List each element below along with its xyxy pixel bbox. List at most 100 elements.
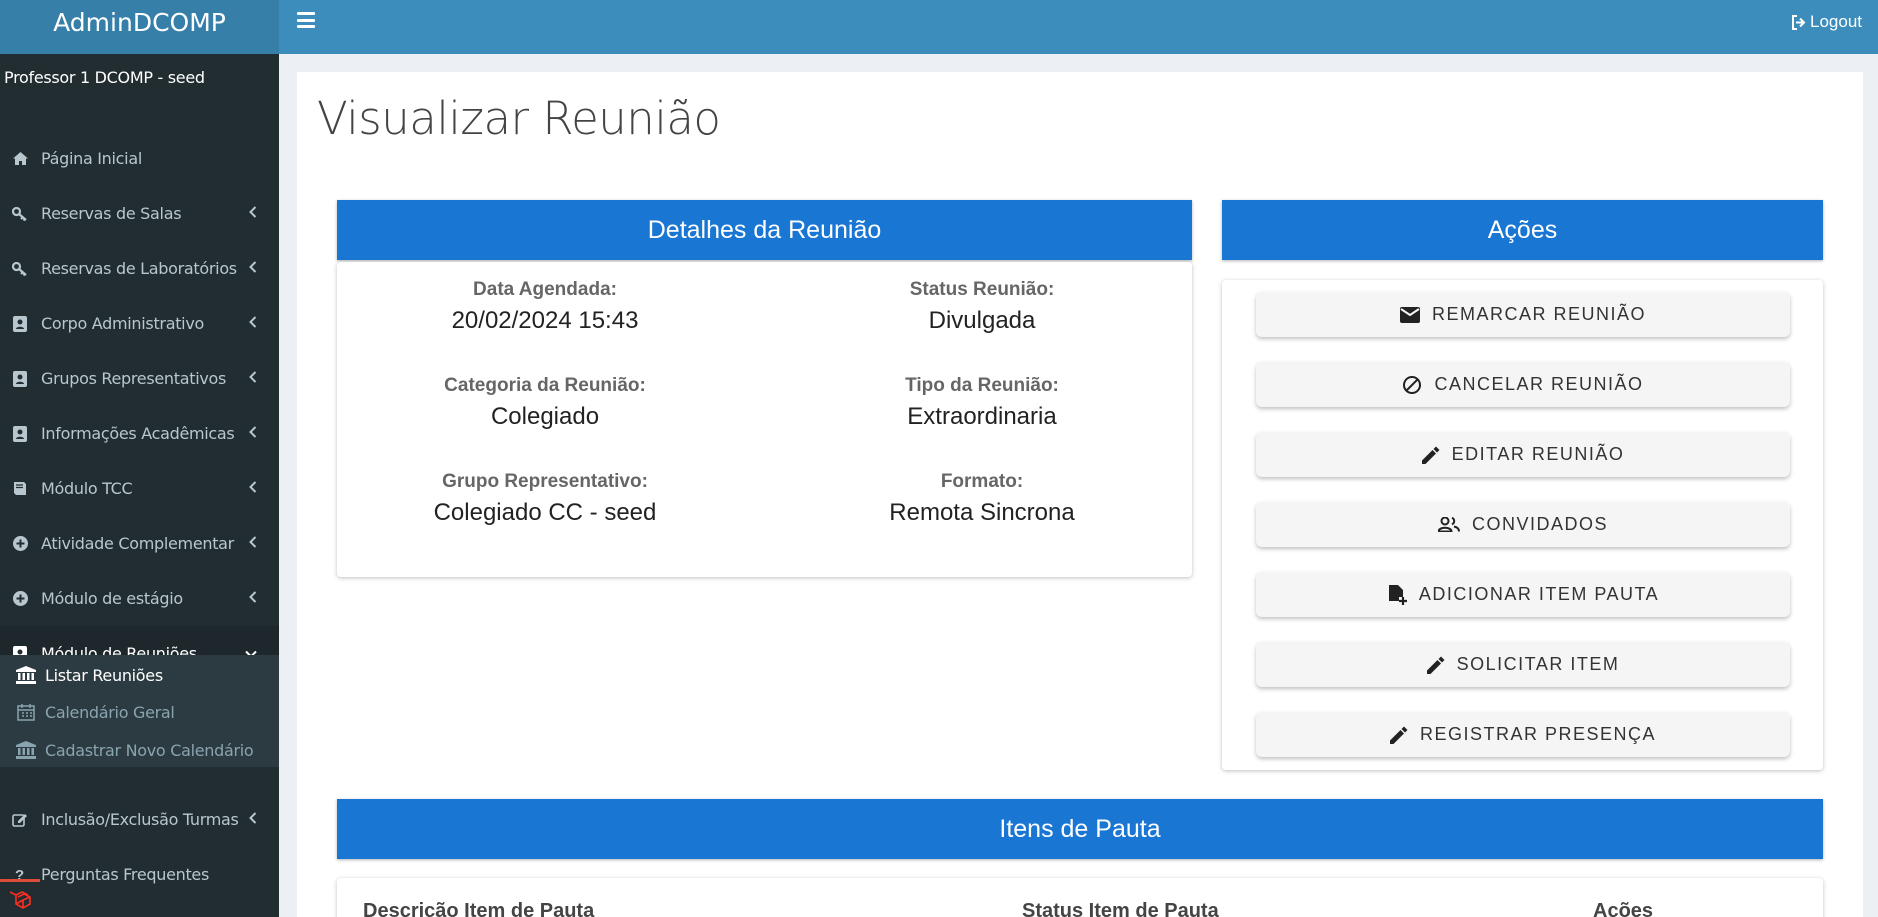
button-label: SOLICITAR ITEM	[1456, 654, 1620, 674]
plus-circle-icon	[12, 536, 28, 552]
submenu-item-calendario-geral[interactable]: Calendário Geral	[0, 695, 279, 729]
sidebar-item-grupos-representativos[interactable]: Grupos Representativos	[0, 351, 279, 406]
submenu-item-listar-reunioes[interactable]: Listar Reuniões	[0, 658, 279, 692]
sidebar-item-label: Reservas de Laboratórios	[41, 259, 237, 278]
submenu-reunioes: Listar Reuniões Calendário Geral Cadastrar…	[0, 655, 279, 767]
chevron-left-icon	[249, 812, 257, 828]
pencil-icon	[1389, 726, 1408, 744]
agenda-header-title: Itens de Pauta	[999, 814, 1161, 843]
pencil-icon	[1426, 656, 1445, 674]
chevron-left-icon	[249, 591, 257, 607]
brand-logo[interactable]: AdminDCOMP	[0, 0, 279, 54]
sidebar-item-reservas-salas[interactable]: Reservas de Salas	[0, 186, 279, 241]
sidebar-item-label: Corpo Administrativo	[41, 314, 204, 333]
detail-data-agendada: Data Agendada: 20/02/2024 15:43	[355, 279, 735, 335]
button-label: REMARCAR REUNIÃO	[1431, 304, 1647, 324]
chevron-left-icon	[249, 261, 257, 277]
chevron-left-icon	[249, 481, 257, 497]
remarcar-reuniao-button[interactable]: REMARCAR REUNIÃO	[1256, 292, 1790, 337]
contact-card-icon	[12, 370, 28, 387]
details-header-title: Detalhes da Reunião	[647, 215, 882, 244]
adicionar-item-pauta-button[interactable]: ADICIONAR ITEM PAUTA	[1256, 572, 1790, 617]
detail-label: Grupo Representativo:	[442, 471, 648, 492]
institution-icon	[16, 666, 36, 684]
key-icon	[12, 261, 28, 277]
detail-value: Divulgada	[928, 307, 1036, 334]
sidebar-item-informacoes-academicas[interactable]: Informações Acadêmicas	[0, 406, 279, 461]
sidebar-item-label: Atividade Complementar	[41, 534, 234, 553]
brand-name: AdminDCOMP	[53, 7, 226, 37]
button-label: REGISTRAR PRESENÇA	[1419, 724, 1657, 744]
logout-label: Logout	[1810, 12, 1862, 31]
chevron-left-icon	[249, 371, 257, 387]
detail-value: Remota Sincrona	[889, 499, 1075, 526]
sidebar-item-modulo-estagio[interactable]: Módulo de estágio	[0, 571, 279, 626]
chevron-left-icon	[249, 206, 257, 222]
detail-tipo: Tipo da Reunião: Extraordinaria	[792, 375, 1172, 431]
sidebar-item-corpo-administrativo[interactable]: Corpo Administrativo	[0, 296, 279, 351]
sidebar-item-label: Módulo TCC	[41, 479, 133, 498]
book-icon	[12, 481, 28, 497]
button-label: CANCELAR REUNIÃO	[1434, 374, 1644, 394]
sidebar-item-home[interactable]: Página Inicial	[0, 131, 279, 186]
sidebar-item-inclusao-exclusao-turmas[interactable]: Inclusão/Exclusão Turmas	[0, 792, 279, 847]
button-label: CONVIDADOS	[1471, 514, 1609, 534]
sign-out-icon	[1792, 14, 1806, 30]
detail-value: Colegiado CC - seed	[433, 499, 657, 526]
sidebar: Professor 1 DCOMP - seed Página Inicial R…	[0, 54, 279, 917]
detail-value: Extraordinaria	[907, 403, 1057, 430]
submenu-item-label: Cadastrar Novo Calendário	[45, 740, 254, 760]
chevron-left-icon	[249, 426, 257, 442]
cancelar-reuniao-button[interactable]: CANCELAR REUNIÃO	[1256, 362, 1790, 407]
column-header-acoes: Ações	[1593, 900, 1654, 917]
pencil-icon	[1421, 446, 1440, 464]
sidebar-item-label: Inclusão/Exclusão Turmas	[41, 810, 239, 829]
sidebar-item-modulo-tcc[interactable]: Módulo TCC	[0, 461, 279, 516]
content-box: Visualizar Reunião Detalhes da Reunião D…	[297, 72, 1863, 917]
editar-reuniao-button[interactable]: EDITAR REUNIÃO	[1256, 432, 1790, 477]
actions-card: REMARCAR REUNIÃO CANCELAR REUNIÃO EDITAR R…	[1222, 280, 1823, 770]
mail-icon	[1399, 306, 1420, 323]
menu-toggle-icon[interactable]	[297, 12, 315, 28]
solicitar-item-button[interactable]: SOLICITAR ITEM	[1256, 642, 1790, 687]
top-navbar: Logout	[279, 0, 1878, 54]
sidebar-item-reservas-laboratorios[interactable]: Reservas de Laboratórios	[0, 241, 279, 296]
actions-header-title: Ações	[1487, 215, 1558, 244]
column-header-status: Status Item de Pauta	[1022, 900, 1219, 917]
sidebar-item-label: Grupos Representativos	[41, 369, 227, 388]
detail-label: Data Agendada:	[473, 279, 617, 300]
detail-grupo: Grupo Representativo: Colegiado CC - see…	[355, 471, 735, 527]
sidebar-item-atividade-complementar[interactable]: Atividade Complementar	[0, 516, 279, 571]
chevron-left-icon	[249, 316, 257, 332]
convidados-button[interactable]: CONVIDADOS	[1256, 502, 1790, 547]
contact-card-icon	[12, 425, 28, 442]
sidebar-item-label: Módulo de estágio	[41, 589, 183, 608]
page-title: Visualizar Reunião	[317, 92, 721, 145]
contact-card-icon	[12, 315, 28, 332]
user-name: Professor 1 DCOMP - seed	[4, 68, 205, 87]
submenu-item-label: Listar Reuniões	[45, 665, 163, 685]
sidebar-item-perguntas-frequentes[interactable]: ? Perguntas Frequentes	[0, 847, 279, 902]
detail-label: Formato:	[940, 471, 1024, 492]
detail-label: Categoria da Reunião:	[444, 375, 646, 396]
home-icon	[12, 151, 28, 167]
sidebar-item-label: Perguntas Frequentes	[41, 865, 210, 884]
actions-header: Ações	[1222, 200, 1823, 260]
column-header-descricao: Descrição Item de Pauta	[363, 900, 595, 917]
sidebar-item-label: Página Inicial	[41, 149, 142, 168]
detail-label: Status Reunião:	[909, 279, 1055, 300]
submenu-item-cadastrar-novo-calendario[interactable]: Cadastrar Novo Calendário	[0, 733, 279, 767]
key-icon	[12, 206, 28, 222]
logout-link[interactable]: Logout	[1791, 12, 1862, 32]
sidebar-item-label: Reservas de Salas	[41, 204, 182, 223]
registrar-presenca-button[interactable]: REGISTRAR PRESENÇA	[1256, 712, 1790, 757]
detail-value: 20/02/2024 15:43	[451, 307, 639, 334]
edit-icon	[12, 812, 28, 828]
people-icon	[1437, 517, 1460, 532]
button-label: ADICIONAR ITEM PAUTA	[1418, 584, 1660, 604]
details-card: Data Agendada: 20/02/2024 15:43 Status R…	[337, 262, 1192, 577]
agenda-header: Itens de Pauta	[337, 799, 1823, 859]
institution-icon	[16, 741, 36, 759]
detail-label: Tipo da Reunião:	[905, 375, 1059, 396]
sidebar-item-label: Informações Acadêmicas	[41, 424, 235, 443]
